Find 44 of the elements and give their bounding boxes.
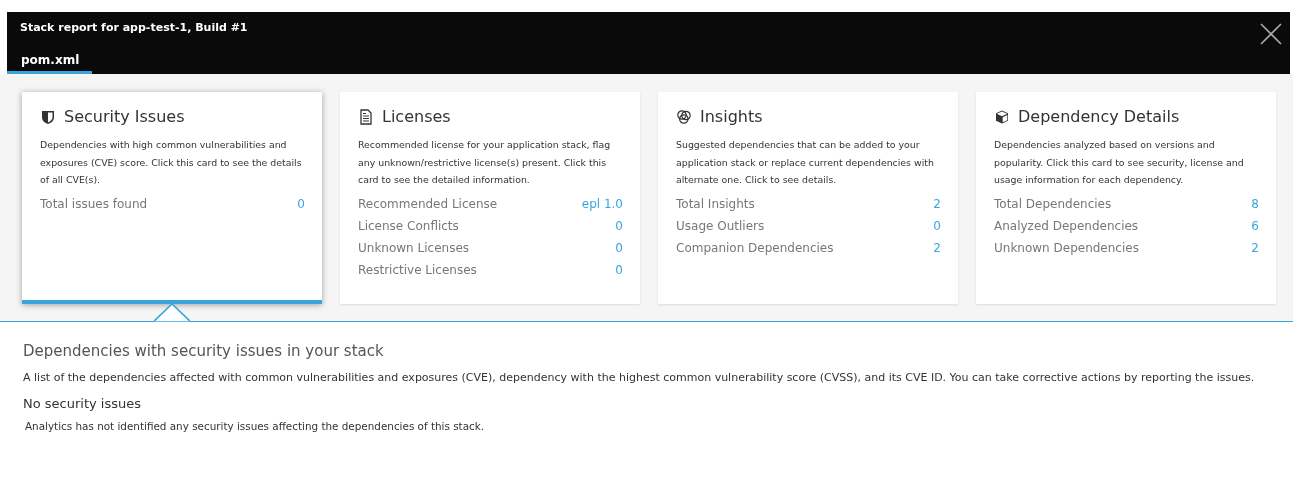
circles-icon (676, 108, 692, 125)
summary-card[interactable] (658, 92, 958, 304)
document-icon (358, 108, 374, 125)
metric-label: Unknown Dependencies (994, 239, 1139, 257)
status-text: Analytics has not identified any security issues affecting the dependencies of this stack. (24, 420, 486, 432)
metric-value[interactable]: 0 (615, 258, 623, 281)
metric-label: Companion Dependencies (676, 239, 834, 257)
metric-value[interactable]: 0 (615, 214, 623, 237)
summary-card[interactable]: Security Issues Dependencies with high common vulnerabilities and exposures (CVE) score. Click this card to see the details of all CVE(s). Total issues found 0 (22, 92, 322, 304)
card-description: Dependencies with high common vulnerabilities and exposures (CVE) score. Click this card to see the details of all CVE(s). (40, 138, 303, 187)
card-title: Licenses (382, 107, 451, 126)
metric-value[interactable]: 2 (933, 236, 941, 259)
section-heading: Dependencies with security issues in your stack (23, 342, 385, 360)
metric-value[interactable]: 2 (933, 192, 941, 215)
metric-label: Usage Outliers (676, 217, 765, 235)
metric-label: Total issues found (40, 195, 148, 213)
metric-value[interactable]: 2 (1251, 236, 1259, 259)
summary-card[interactable] (976, 92, 1276, 304)
shield-icon (40, 108, 56, 125)
card-description: Dependencies analyzed based on versions and popularity. Click this card to see security, license and usage information for each dependency. (994, 138, 1245, 187)
summary-card[interactable] (340, 92, 640, 304)
card-description: Suggested dependencies that can be added to your application stack or replace current dependencies with alternate one. Click to see details. (676, 138, 935, 187)
status-heading: No security issues (23, 396, 142, 411)
metric-label: Unknown Licenses (358, 239, 469, 257)
cube-icon (994, 108, 1010, 125)
metric-label: Restrictive Licenses (358, 261, 477, 279)
metric-label: Total Insights (676, 195, 755, 213)
metric-label: Recommended License (358, 195, 498, 213)
close-icon[interactable] (1260, 23, 1282, 45)
metric-label: Total Dependencies (994, 195, 1112, 213)
metric-value[interactable]: epl 1.0 (581, 192, 623, 215)
metric-value[interactable]: 0 (297, 192, 305, 215)
card-title: Insights (700, 107, 763, 126)
metric-value[interactable]: 6 (1251, 214, 1259, 237)
metric-value[interactable]: 0 (615, 236, 623, 259)
metric-label: License Conflicts (358, 217, 459, 235)
metric-label: Analyzed Dependencies (994, 217, 1139, 235)
card-description: Recommended license for your application stack, flag any unknown/restrictive license(s) present. Click this card to see the detailed information. (358, 138, 612, 187)
section-description: A list of the dependencies affected with common vulnerabilities and exposures (CVE), dependency with the highest common vulnerability score (CVSS), and its CVE ID. You can take corrective actions by reporting the issues. (23, 370, 1256, 386)
metric-value[interactable]: 8 (1251, 192, 1259, 215)
metric-value[interactable]: 0 (933, 214, 941, 237)
window-title: Stack report for app-test-1, Build #1 (20, 21, 248, 34)
card-title: Dependency Details (1018, 107, 1180, 126)
card-title: Security Issues (64, 107, 185, 126)
